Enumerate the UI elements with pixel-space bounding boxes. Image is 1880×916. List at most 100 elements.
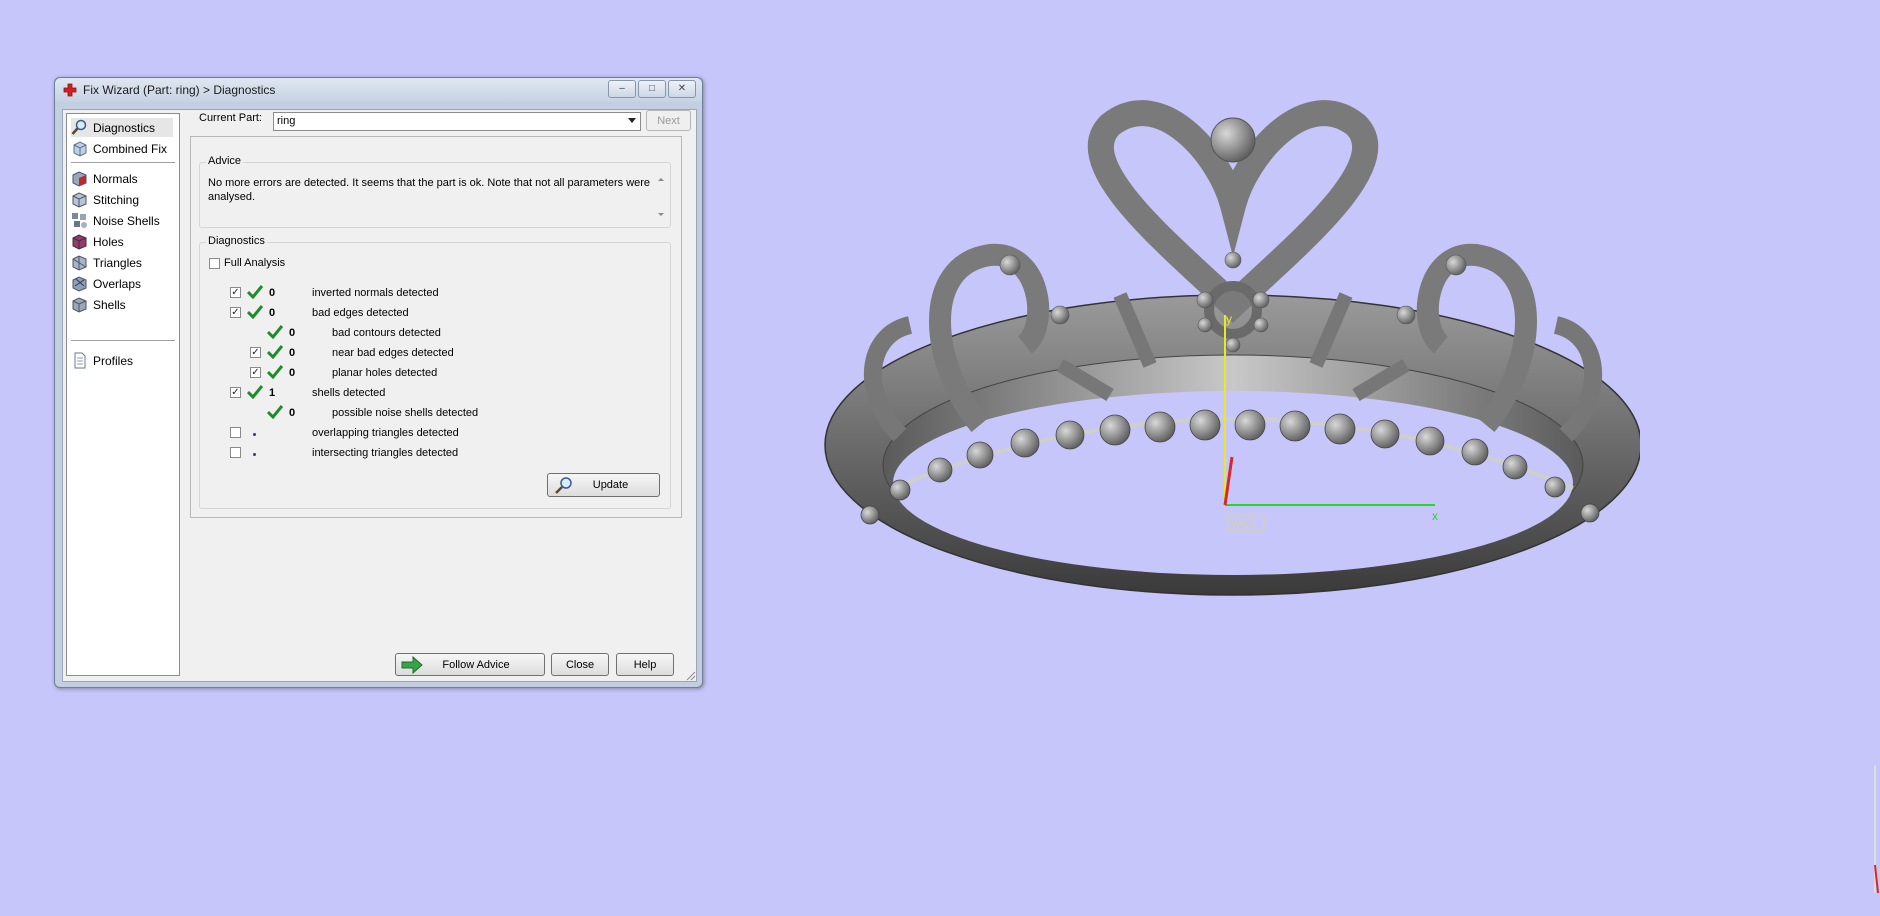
noise-shells-count: 0 (289, 407, 296, 419)
overlapping-triangles-checkbox[interactable] (230, 427, 241, 438)
help-button[interactable]: Help (616, 653, 674, 676)
wcs-label: WCS (1231, 518, 1257, 530)
wizard-sidebar: Diagnostics Combined Fix Normals Stitchi… (66, 113, 180, 676)
checkmark-icon (247, 305, 263, 319)
sidebar-item-label: Shells (93, 297, 126, 312)
green-arrow-icon (401, 656, 423, 674)
bad-edges-checkbox[interactable]: ✓ (230, 307, 241, 318)
shells-count: 1 (269, 387, 276, 399)
sidebar-item-stitching[interactable]: Stitching (71, 190, 139, 209)
shells-label: shells detected (312, 387, 386, 399)
cube-icon (73, 141, 87, 157)
document-icon (74, 352, 86, 369)
shells-cube-icon (72, 297, 87, 313)
sidebar-item-triangles[interactable]: Triangles (71, 253, 142, 272)
inverted-normals-label: inverted normals detected (312, 287, 439, 299)
overlaps-cube-icon (72, 276, 87, 292)
overlapping-triangles-label: overlapping triangles detected (312, 427, 459, 439)
near-bad-edges-count: 0 (289, 347, 296, 359)
sidebar-separator (71, 340, 175, 341)
bad-contours-count: 0 (289, 327, 296, 339)
follow-advice-button[interactable]: Follow Advice (395, 653, 545, 676)
sidebar-item-diagnostics[interactable]: Diagnostics (71, 118, 173, 137)
near-bad-edges-checkbox[interactable]: ✓ (250, 347, 261, 358)
next-button[interactable]: Next (646, 110, 691, 131)
fix-wizard-window: Fix Wizard (Part: ring) > Diagnostics – … (54, 77, 703, 688)
sidebar-item-label: Noise Shells (93, 213, 160, 228)
sidebar-separator (71, 162, 175, 163)
intersecting-triangles-checkbox[interactable] (230, 447, 241, 458)
pending-dot-icon (253, 453, 256, 456)
intersecting-triangles-label: intersecting triangles detected (312, 447, 459, 459)
checkmark-icon (267, 345, 283, 359)
chevron-down-icon (628, 118, 636, 123)
update-button[interactable]: Update (547, 473, 660, 497)
magnifier-icon (71, 119, 87, 135)
title-bar[interactable]: Fix Wizard (Part: ring) > Diagnostics – … (55, 78, 702, 102)
current-part-select[interactable]: ring (273, 112, 641, 131)
bad-contours-label: bad contours detected (332, 327, 441, 339)
noise-shells-icon (72, 213, 87, 228)
planar-holes-checkbox[interactable]: ✓ (250, 367, 261, 378)
noise-shells-label: possible noise shells detected (332, 407, 479, 419)
normals-cube-icon (72, 171, 87, 187)
sidebar-item-overlaps[interactable]: Overlaps (71, 274, 141, 293)
sidebar-item-shells[interactable]: Shells (71, 295, 126, 314)
checkmark-icon (267, 405, 283, 419)
pending-dot-icon (253, 433, 256, 436)
checkmark-icon (247, 385, 263, 399)
sidebar-item-holes[interactable]: Holes (71, 232, 124, 251)
advice-text: No more errors are detected. It seems th… (208, 177, 651, 203)
sidebar-item-normals[interactable]: Normals (71, 169, 138, 188)
inverted-normals-count: 0 (269, 287, 276, 299)
dialog-body: Diagnostics Combined Fix Normals Stitchi… (62, 109, 697, 682)
advice-group: Advice No more errors are detected. It s… (199, 155, 671, 228)
sidebar-item-label: Triangles (93, 255, 142, 270)
advice-group-title: Advice (206, 155, 244, 167)
near-bad-edges-label: near bad edges detected (332, 347, 454, 359)
sidebar-item-combined-fix[interactable]: Combined Fix (71, 139, 167, 158)
close-button[interactable]: Close (551, 653, 609, 676)
mini-axis-indicator (1874, 765, 1879, 894)
sidebar-item-label: Overlaps (93, 276, 142, 291)
bad-edges-count: 0 (269, 307, 276, 319)
red-cross-icon (63, 83, 77, 97)
resize-grip[interactable] (684, 669, 696, 681)
triangles-cube-icon (72, 255, 87, 271)
shells-checkbox[interactable]: ✓ (230, 387, 241, 398)
minimize-button[interactable]: – (608, 80, 636, 98)
follow-advice-label: Follow Advice (442, 658, 510, 671)
full-analysis-checkbox[interactable] (209, 258, 220, 269)
axis-y-label: y (1226, 312, 1232, 326)
checkmark-icon (247, 285, 263, 299)
stitching-cube-icon (72, 192, 87, 208)
sidebar-item-label: Combined Fix (93, 141, 168, 156)
sidebar-item-noise-shells[interactable]: Noise Shells (71, 211, 160, 230)
close-window-button[interactable]: ✕ (668, 80, 696, 98)
diagnostics-group-title: Diagnostics (206, 235, 267, 247)
checkmark-icon (267, 325, 283, 339)
diagnostics-panel: Advice No more errors are detected. It s… (190, 136, 682, 518)
maximize-button[interactable]: □ (638, 80, 666, 98)
sidebar-item-label: Holes (93, 234, 124, 249)
sidebar-item-label: Profiles (93, 353, 134, 368)
update-label: Update (592, 479, 629, 491)
holes-cube-icon (72, 234, 87, 250)
planar-holes-count: 0 (289, 367, 296, 379)
sidebar-item-label: Normals (93, 171, 138, 186)
axis-x-label: x (1432, 509, 1438, 523)
sidebar-item-label: Diagnostics (93, 120, 156, 135)
inverted-normals-checkbox[interactable]: ✓ (230, 287, 241, 298)
sidebar-item-profiles[interactable]: Profiles (71, 351, 133, 370)
window-title: Fix Wizard (Part: ring) > Diagnostics (83, 83, 276, 97)
sidebar-item-label: Stitching (93, 192, 140, 207)
planar-holes-label: planar holes detected (332, 367, 438, 379)
diagnostics-group: Diagnostics Full Analysis ✓ 0 inverted n… (199, 235, 671, 509)
current-part-label: Current Part: (199, 112, 262, 124)
full-analysis-label: Full Analysis (224, 257, 286, 269)
checkmark-icon (267, 365, 283, 379)
3d-viewport[interactable]: y x WCS (810, 95, 1640, 695)
advice-scrollbar[interactable] (654, 175, 668, 219)
bad-edges-label: bad edges detected (312, 307, 409, 319)
current-part-value: ring (277, 115, 296, 127)
